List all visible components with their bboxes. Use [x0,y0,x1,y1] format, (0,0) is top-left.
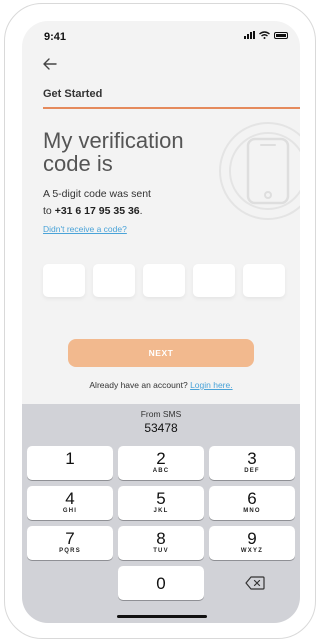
page-title: My verification code is [43,128,184,176]
page-label: Get Started [43,88,103,100]
backspace-icon[interactable] [245,576,265,590]
key-9[interactable]: 9 WXYZ [209,526,295,560]
home-indicator[interactable] [117,615,207,618]
key-0[interactable]: 0 [118,566,204,600]
back-arrow-icon[interactable] [41,55,59,73]
sms-suggestion-code: 53478 [144,421,178,435]
status-icons [244,31,288,39]
code-digit-3[interactable] [143,264,185,297]
subtitle-period: . [139,205,143,217]
battery-icon [274,31,288,39]
code-digit-1[interactable] [43,264,85,297]
next-button[interactable]: NEXT [68,339,254,367]
key-7[interactable]: 7 PQRS [27,526,113,560]
login-prompt: Already have an account? Login here. [22,380,300,390]
code-input-group [43,264,285,297]
key-3[interactable]: 3 DEF [209,446,295,480]
code-digit-2[interactable] [93,264,135,297]
subtitle: A 5-digit code was sent to +31 6 17 95 3… [43,186,151,220]
key-4[interactable]: 4 GHI [27,486,113,520]
status-bar: 9:41 [22,21,300,51]
login-link[interactable]: Login here. [190,380,233,390]
status-time: 9:41 [44,31,67,43]
subtitle-to: to [43,205,52,217]
login-prompt-text: Already have an account? [89,380,188,390]
key-6[interactable]: 6 MNO [209,486,295,520]
key-2[interactable]: 2 ABC [118,446,204,480]
code-digit-5[interactable] [243,264,285,297]
numeric-keyboard: From SMS 53478 1 2 ABC 3 DEF 4 GHI 5 JKL 6 MN… [22,404,300,623]
resend-code-link[interactable]: Didn't receive a code? [43,224,127,234]
phone-number: +31 6 17 95 35 36 [54,205,140,217]
sms-suggestion-label: From SMS [140,409,182,419]
subtitle-text: A 5-digit code was sent [43,188,151,200]
key-1[interactable]: 1 [27,446,113,480]
sms-code-suggestion[interactable]: From SMS 53478 [22,409,300,435]
phone-illustration-icon [219,122,300,220]
code-digit-4[interactable] [193,264,235,297]
progress-line [43,107,300,109]
app-screen: 9:41 Get Started My verification code is… [22,21,300,623]
key-5[interactable]: 5 JKL [118,486,204,520]
wifi-icon [259,31,270,39]
signal-icon [244,31,255,39]
key-8[interactable]: 8 TUV [118,526,204,560]
